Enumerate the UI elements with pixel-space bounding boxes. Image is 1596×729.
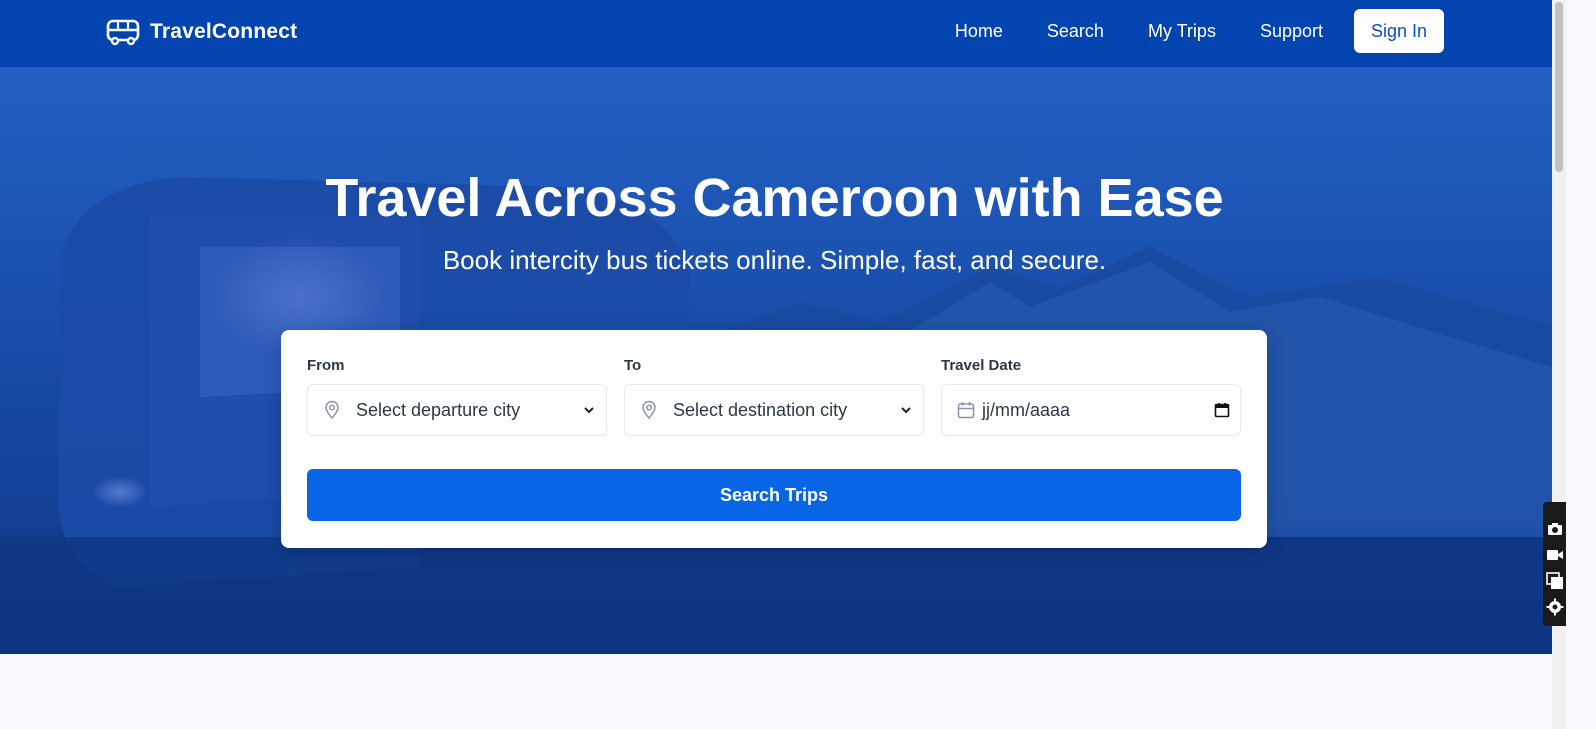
- calendar-picker-icon[interactable]: [1214, 402, 1230, 418]
- hero-subtitle: Book intercity bus tickets online. Simpl…: [442, 245, 1107, 275]
- nav-link-home[interactable]: Home: [955, 21, 1003, 42]
- brand-name: TravelConnect: [150, 20, 298, 43]
- map-pin-icon: [325, 400, 339, 420]
- from-label: From: [307, 357, 345, 374]
- to-select-value: Select destination city: [673, 399, 848, 420]
- window-icon[interactable]: [1545, 572, 1564, 590]
- nav-link-search[interactable]: Search: [1047, 21, 1104, 42]
- sign-in-button[interactable]: Sign In: [1354, 9, 1444, 53]
- camera-icon[interactable]: [1546, 520, 1564, 538]
- navbar: TravelConnect Home Search My Trips Suppo…: [0, 0, 1552, 67]
- from-select-value: Select departure city: [356, 399, 521, 420]
- hero-title: Travel Across Cameroon with Ease: [325, 168, 1224, 228]
- gear-icon[interactable]: [1546, 598, 1564, 616]
- to-select[interactable]: Select destination city: [624, 384, 924, 436]
- date-input[interactable]: jj/mm/aaaa: [941, 384, 1241, 436]
- from-select[interactable]: Select departure city: [307, 384, 607, 436]
- side-toolbar: [1543, 502, 1566, 626]
- map-pin-icon: [642, 400, 656, 420]
- nav-links: Home Search My Trips Support Sign In: [955, 9, 1444, 53]
- search-card: From Select departure city To Select des…: [281, 330, 1267, 548]
- chevron-down-icon: [584, 407, 594, 414]
- date-field: Travel Date jj/mm/aaaa: [941, 357, 1241, 436]
- chevron-down-icon: [901, 407, 911, 414]
- from-field: From Select departure city: [307, 357, 607, 436]
- video-icon[interactable]: [1546, 546, 1564, 564]
- date-input-value: jj/mm/aaaa: [982, 399, 1071, 420]
- to-label: To: [624, 357, 642, 374]
- nav-link-my-trips[interactable]: My Trips: [1148, 21, 1216, 42]
- scrollbar-thumb[interactable]: [1555, 2, 1563, 172]
- date-label: Travel Date: [941, 357, 1022, 374]
- bus-icon: [106, 19, 140, 46]
- calendar-icon: [957, 402, 975, 419]
- nav-link-support[interactable]: Support: [1260, 21, 1323, 42]
- search-trips-button[interactable]: Search Trips: [307, 469, 1241, 521]
- to-field: To Select destination city: [624, 357, 924, 436]
- brand-logo[interactable]: TravelConnect: [106, 18, 297, 46]
- hero-section: Travel Across Cameroon with Ease Book in…: [0, 67, 1552, 654]
